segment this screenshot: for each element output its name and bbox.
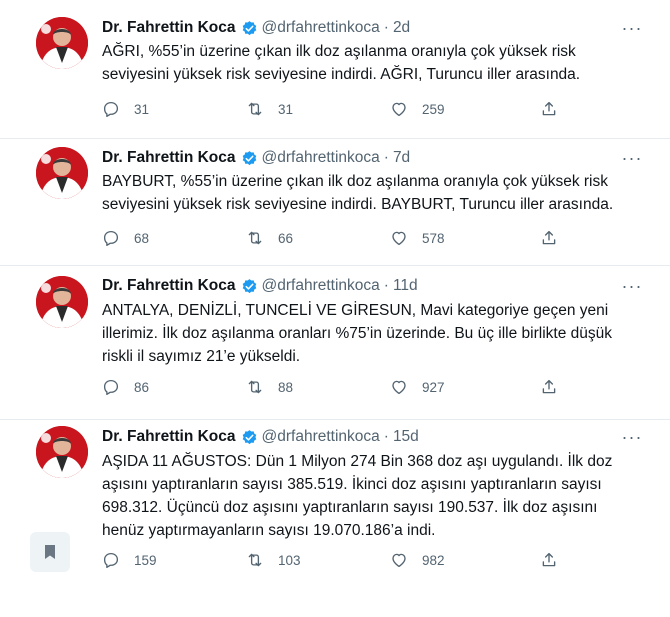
reply-button[interactable]: 68 — [102, 229, 149, 247]
heart-icon — [392, 102, 406, 117]
tweet-text: ANTALYA, DENİZLİ, TUNCELİ VE GİRESUN, Ma… — [102, 302, 613, 365]
author-handle[interactable]: @drfahrettinkoca — [262, 428, 380, 446]
timestamp[interactable]: 11d — [393, 277, 418, 295]
timestamp[interactable]: 7d — [393, 149, 410, 167]
author-handle[interactable]: @drfahrettinkoca — [262, 149, 380, 167]
tweet-text: BAYBURT, %55’in üzerine çıkan ilk doz aş… — [102, 173, 614, 213]
timestamp[interactable]: 15d — [393, 428, 419, 446]
verified-badge-icon — [242, 150, 256, 165]
bookmark-button[interactable] — [30, 532, 70, 572]
like-button[interactable]: 982 — [390, 551, 445, 569]
tweet-header: Dr. Fahrettin Koca @drfahrettinkoca · 2d — [102, 17, 410, 39]
author-name[interactable]: Dr. Fahrettin Koca — [102, 19, 236, 37]
retweet-count: 103 — [278, 552, 301, 568]
reply-count: 86 — [134, 379, 150, 395]
reply-button[interactable]: 86 — [102, 378, 149, 396]
reply-button[interactable]: 159 — [102, 551, 157, 569]
avatar-image — [36, 426, 88, 478]
like-count: 927 — [422, 379, 445, 395]
reply-icon — [103, 379, 119, 396]
tweet[interactable]: Dr. Fahrettin Koca @drfahrettinkoca · 15… — [0, 420, 670, 590]
reply-icon — [103, 101, 119, 118]
verified-badge-icon — [242, 20, 256, 35]
more-options-icon[interactable]: ··· — [622, 148, 642, 168]
author-name[interactable]: Dr. Fahrettin Koca — [102, 277, 236, 295]
retweet-count: 66 — [278, 230, 294, 246]
tweet-actions: 68 66 578 — [102, 227, 572, 249]
like-button[interactable]: 259 — [390, 100, 445, 118]
tweet[interactable]: Dr. Fahrettin Koca @drfahrettinkoca · 11… — [0, 266, 670, 419]
heart-icon — [392, 380, 406, 395]
like-count: 982 — [422, 552, 445, 568]
heart-icon — [392, 553, 406, 568]
tweet[interactable]: Dr. Fahrettin Koca @drfahrettinkoca · 2d… — [0, 0, 670, 138]
reply-count: 31 — [134, 101, 150, 117]
timestamp[interactable]: 2d — [393, 19, 410, 37]
avatar[interactable] — [36, 17, 88, 69]
retweet-button[interactable]: 103 — [246, 551, 301, 569]
tweet-text: AĞRI, %55’in üzerine çıkan ilk doz aşıla… — [102, 43, 581, 83]
like-count: 578 — [422, 230, 445, 246]
share-button[interactable] — [540, 551, 572, 569]
reply-count: 68 — [134, 230, 150, 246]
author-name[interactable]: Dr. Fahrettin Koca — [102, 428, 236, 446]
retweet-button[interactable]: 88 — [246, 378, 293, 396]
share-icon — [542, 230, 556, 245]
retweet-count: 88 — [278, 379, 294, 395]
more-options-icon[interactable]: ··· — [622, 18, 642, 38]
tweet-header: Dr. Fahrettin Koca @drfahrettinkoca · 11… — [102, 275, 418, 297]
reply-icon — [103, 552, 119, 569]
more-options-icon[interactable]: ··· — [622, 427, 642, 447]
verified-badge-icon — [242, 278, 256, 293]
avatar-image — [36, 17, 88, 69]
retweet-icon — [248, 102, 262, 116]
tweet-header: Dr. Fahrettin Koca @drfahrettinkoca · 7d — [102, 147, 410, 169]
tweet-header: Dr. Fahrettin Koca @drfahrettinkoca · 15… — [102, 426, 419, 448]
separator-dot: · — [383, 277, 389, 294]
retweet-button[interactable]: 66 — [246, 229, 293, 247]
verified-badge-icon — [242, 429, 256, 444]
share-icon — [542, 379, 556, 394]
share-button[interactable] — [540, 229, 572, 247]
retweet-icon — [248, 231, 262, 245]
avatar[interactable] — [36, 276, 88, 328]
tweet-actions: 86 88 927 — [102, 376, 572, 398]
like-button[interactable]: 578 — [390, 229, 445, 247]
share-button[interactable] — [540, 100, 572, 118]
like-button[interactable]: 927 — [390, 378, 445, 396]
retweet-button[interactable]: 31 — [246, 100, 293, 118]
tweet-actions: 159 103 982 — [102, 549, 572, 571]
share-icon — [542, 101, 556, 116]
heart-icon — [392, 231, 406, 246]
tweet[interactable]: Dr. Fahrettin Koca @drfahrettinkoca · 7d… — [0, 139, 670, 265]
tweet-actions: 31 31 259 — [102, 98, 572, 120]
more-options-icon[interactable]: ··· — [622, 276, 642, 296]
author-name[interactable]: Dr. Fahrettin Koca — [102, 149, 236, 167]
avatar-image — [36, 276, 88, 328]
separator-dot: · — [383, 149, 389, 166]
avatar[interactable] — [36, 426, 88, 478]
avatar-image — [36, 147, 88, 199]
retweet-count: 31 — [278, 101, 294, 117]
author-handle[interactable]: @drfahrettinkoca — [262, 19, 380, 37]
bookmark-icon — [45, 545, 55, 559]
like-count: 259 — [422, 101, 445, 117]
tweet-text: AŞIDA 11 AĞUSTOS: Dün 1 Milyon 274 Bin 3… — [102, 453, 613, 539]
separator-dot: · — [383, 19, 389, 36]
share-button[interactable] — [540, 378, 572, 396]
author-handle[interactable]: @drfahrettinkoca — [262, 277, 380, 295]
reply-count: 159 — [134, 552, 157, 568]
retweet-icon — [248, 553, 262, 567]
share-icon — [542, 552, 556, 567]
separator-dot: · — [383, 428, 389, 445]
retweet-icon — [248, 380, 262, 394]
reply-icon — [103, 230, 119, 247]
avatar[interactable] — [36, 147, 88, 199]
reply-button[interactable]: 31 — [102, 100, 149, 118]
